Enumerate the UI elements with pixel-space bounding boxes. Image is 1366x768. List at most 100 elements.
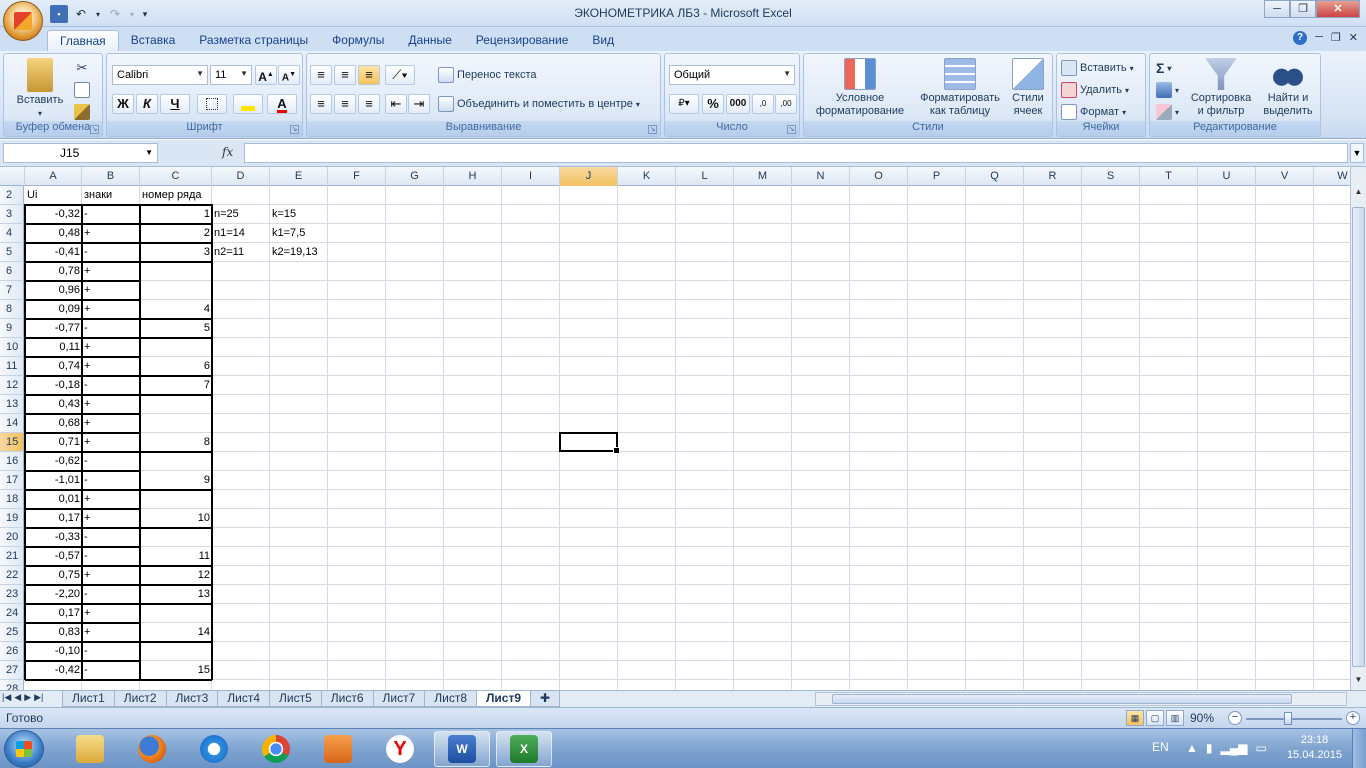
column-header-j[interactable]: J [560, 167, 618, 186]
wrap-text-button[interactable]: Перенос текста [438, 65, 537, 85]
cell-a26[interactable]: -0,10 [25, 642, 82, 661]
cell-a12[interactable]: -0,18 [25, 376, 82, 395]
column-header-c[interactable]: C [140, 167, 212, 186]
taskbar-firefox[interactable] [124, 731, 180, 767]
cell-b3[interactable]: - [82, 205, 140, 224]
formula-input[interactable] [244, 143, 1348, 163]
paste-button[interactable]: Вставить ▾ [10, 58, 70, 120]
column-header-e[interactable]: E [270, 167, 328, 186]
cell-a25[interactable]: 0,83 [25, 623, 82, 642]
row-header-17[interactable]: 17 [0, 471, 24, 490]
signal-icon[interactable]: ▂▄▆ [1221, 741, 1248, 755]
align-middle-button[interactable]: ≡ [334, 65, 356, 85]
cell-b27[interactable]: - [82, 661, 140, 680]
cell-b15[interactable]: + [82, 433, 140, 452]
cell-c25[interactable]: 14 [140, 623, 212, 642]
column-header-v[interactable]: V [1256, 167, 1314, 186]
row-header-14[interactable]: 14 [0, 414, 24, 433]
column-header-g[interactable]: G [386, 167, 444, 186]
taskbar-yandex[interactable]: Y [372, 731, 428, 767]
taskbar-explorer[interactable] [62, 731, 118, 767]
row-header-8[interactable]: 8 [0, 300, 24, 319]
taskbar-media[interactable] [310, 731, 366, 767]
worksheet-grid[interactable]: ABCDEFGHIJKLMNOPQRSTUVW 2 3 4 5 6 7 8 9 10 11 12 13… [0, 167, 1350, 690]
cell-a9[interactable]: -0,77 [25, 319, 82, 338]
row-header-3[interactable]: 3 [0, 205, 24, 224]
sheet-tab-5[interactable]: Лист5 [269, 691, 322, 707]
insert-cells-button[interactable]: Вставить ▾ [1061, 58, 1134, 78]
device-icon[interactable]: ▮ [1206, 741, 1213, 755]
cell-b14[interactable]: + [82, 414, 140, 433]
vertical-scroll-thumb[interactable] [1352, 207, 1365, 667]
row-header-20[interactable]: 20 [0, 528, 24, 547]
increase-indent-button[interactable]: ⇥ [408, 94, 430, 114]
cell-e4[interactable]: k1=7,5 [270, 224, 360, 243]
column-header-i[interactable]: I [502, 167, 560, 186]
expand-formula-bar-icon[interactable]: ▼ [1350, 143, 1364, 163]
sheet-tab-3[interactable]: Лист3 [165, 691, 219, 707]
cell-e5[interactable]: k2=19,13 [270, 243, 360, 262]
taskbar-excel[interactable]: X [496, 731, 552, 767]
sheet-tab-1[interactable]: Лист1 [62, 691, 115, 707]
close-button[interactable]: ✕ [1316, 0, 1360, 18]
sheet-tab-8[interactable]: Лист8 [424, 691, 477, 707]
tab-formulas[interactable]: Формулы [320, 30, 396, 51]
cell-a24[interactable]: 0,17 [25, 604, 82, 623]
cell-b16[interactable]: - [82, 452, 140, 471]
merge-center-button[interactable]: Объединить и поместить в центре ▾ [438, 94, 640, 114]
power-icon[interactable]: ▭ [1255, 741, 1266, 755]
row-header-5[interactable]: 5 [0, 243, 24, 262]
font-color-button[interactable]: A [267, 94, 297, 114]
row-header-18[interactable]: 18 [0, 490, 24, 509]
row-header-7[interactable]: 7 [0, 281, 24, 300]
increase-decimal-button[interactable]: ,0 [752, 94, 774, 114]
cell-a6[interactable]: 0,78 [25, 262, 82, 281]
format-cells-button[interactable]: Формат ▾ [1061, 102, 1126, 122]
sheet-tab-9[interactable]: Лист9 [476, 691, 532, 707]
cell-a27[interactable]: -0,42 [25, 661, 82, 680]
row-header-4[interactable]: 4 [0, 224, 24, 243]
horizontal-scroll-thumb[interactable] [832, 694, 1292, 704]
row-header-23[interactable]: 23 [0, 585, 24, 604]
cell-c8[interactable]: 4 [140, 300, 212, 319]
row-header-28[interactable]: 28 [0, 680, 24, 690]
underline-button[interactable]: Ч [160, 94, 190, 114]
active-cell-j15[interactable] [559, 432, 620, 454]
scroll-down-icon[interactable]: ▼ [1352, 673, 1365, 687]
insert-function-icon[interactable]: fx [222, 145, 233, 159]
number-format-select[interactable]: Общий ▼ [669, 65, 795, 85]
cell-c22[interactable]: 12 [140, 566, 212, 585]
vertical-scrollbar[interactable]: ▲ ▼ [1350, 167, 1366, 690]
column-header-f[interactable]: F [328, 167, 386, 186]
grow-font-button[interactable]: A▲ [255, 65, 277, 85]
currency-button[interactable]: ₽▾ [669, 94, 699, 114]
column-header-q[interactable]: Q [966, 167, 1024, 186]
cell-b5[interactable]: - [82, 243, 140, 262]
column-header-l[interactable]: L [676, 167, 734, 186]
cell-c19[interactable]: 10 [140, 509, 212, 528]
cell-a11[interactable]: 0,74 [25, 357, 82, 376]
page-break-view-icon[interactable]: ▥ [1166, 710, 1184, 726]
cell-a18[interactable]: 0,01 [25, 490, 82, 509]
zoom-out-icon[interactable]: − [1228, 711, 1242, 725]
cell-b9[interactable]: - [82, 319, 140, 338]
cell-b23[interactable]: - [82, 585, 140, 604]
align-top-button[interactable]: ≡ [310, 65, 332, 85]
name-box[interactable]: J15 ▼ [3, 143, 158, 163]
cell-b8[interactable]: + [82, 300, 140, 319]
taskbar-chrome[interactable] [248, 731, 304, 767]
alignment-launcher-icon[interactable]: ↘ [648, 125, 657, 134]
cell-a15[interactable]: 0,71 [25, 433, 82, 452]
cell-a23[interactable]: -2,20 [25, 585, 82, 604]
minimize-button[interactable]: ─ [1264, 0, 1290, 18]
cell-b13[interactable]: + [82, 395, 140, 414]
sheet-tab-2[interactable]: Лист2 [113, 691, 167, 707]
cell-b12[interactable]: - [82, 376, 140, 395]
column-header-h[interactable]: H [444, 167, 502, 186]
row-header-19[interactable]: 19 [0, 509, 24, 528]
zoom-slider-track[interactable] [1246, 718, 1342, 720]
row-header-16[interactable]: 16 [0, 452, 24, 471]
cell-a7[interactable]: 0,96 [25, 281, 82, 300]
tab-data[interactable]: Данные [396, 30, 463, 51]
scroll-up-icon[interactable]: ▲ [1352, 185, 1365, 199]
